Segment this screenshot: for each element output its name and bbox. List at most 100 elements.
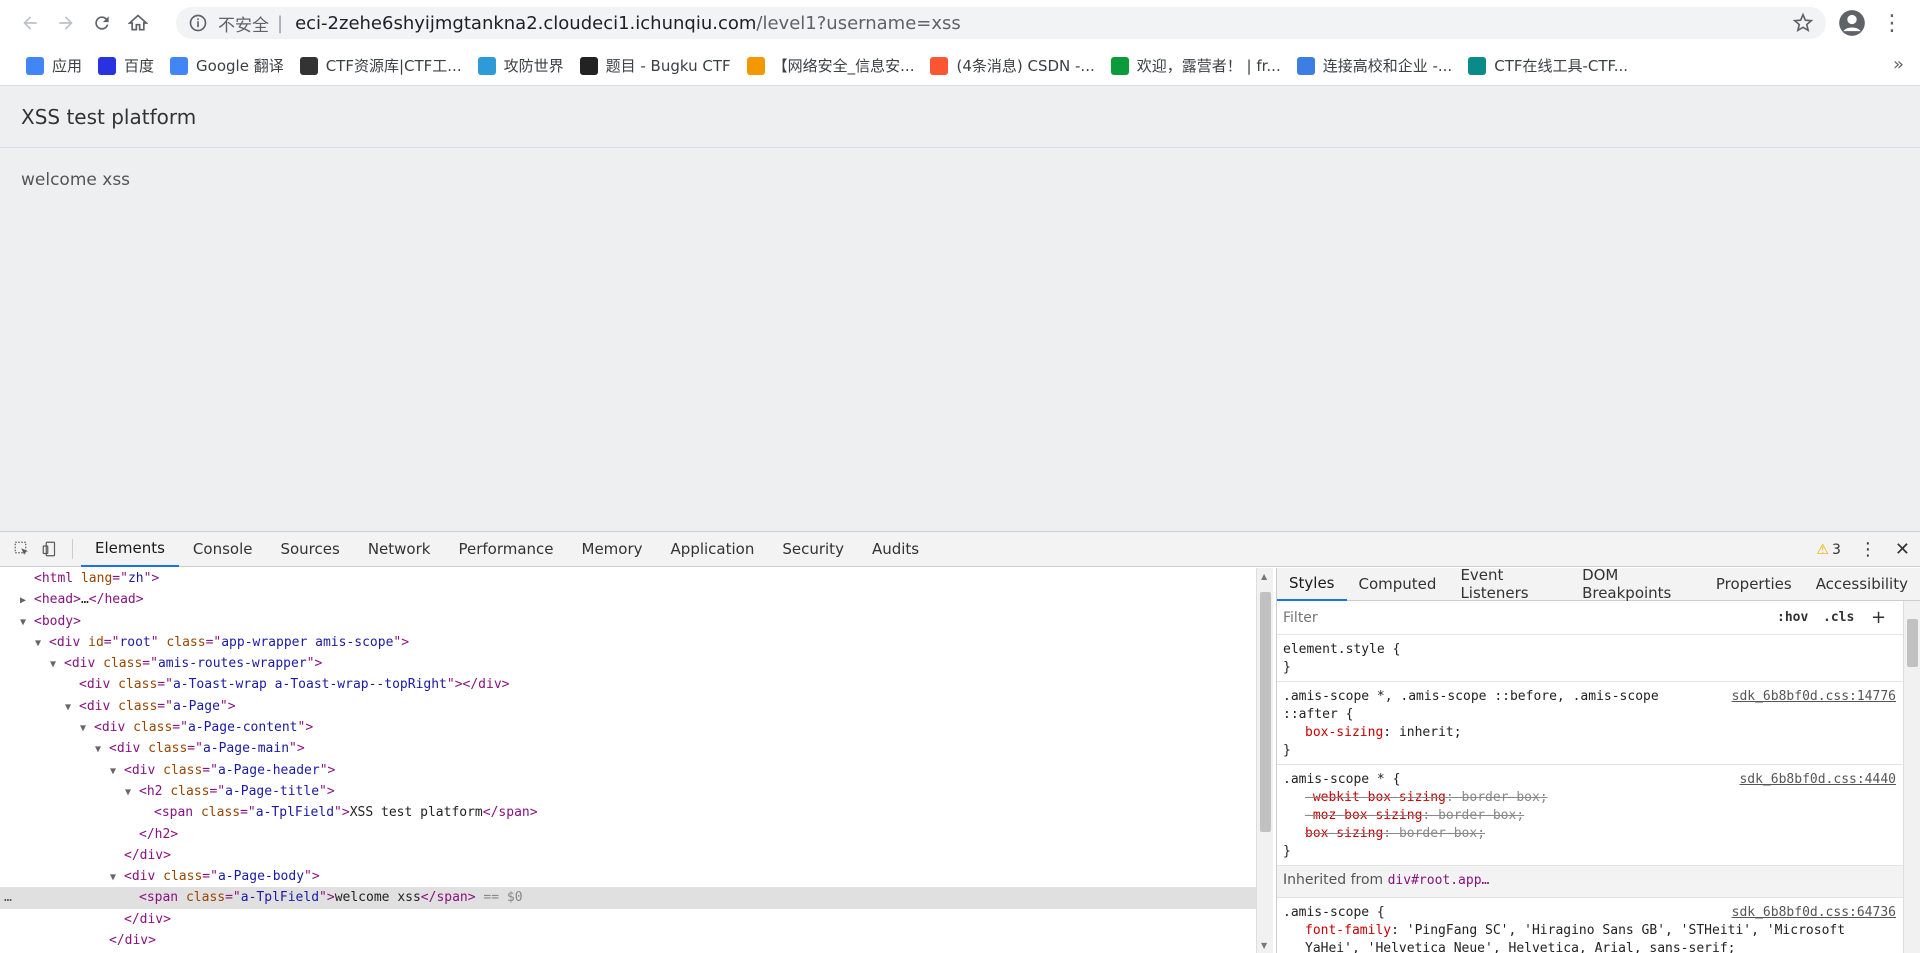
page-body: welcome xss	[0, 148, 1920, 212]
tab-elements[interactable]: Elements	[81, 532, 179, 567]
dom-node-line[interactable]: ▼ <h2 class="a-Page-title">	[0, 781, 1256, 802]
dom-node-line[interactable]: <div class="a-Toast-wrap a-Toast-wrap--t…	[0, 674, 1256, 695]
expand-toggle-icon[interactable]: ▼	[125, 782, 139, 803]
rule-property[interactable]: -moz-box-sizing: border-box;	[1283, 807, 1896, 825]
dom-node-line[interactable]: </div>	[0, 930, 1256, 951]
expand-toggle-icon[interactable]: ▼	[110, 761, 124, 782]
styles-tab-accessibility[interactable]: Accessibility	[1804, 568, 1920, 601]
device-toolbar-button[interactable]	[36, 535, 64, 563]
dom-node-line[interactable]: <span class="a-TplField">XSS test platfo…	[0, 802, 1256, 823]
markup-tag: <div	[109, 741, 149, 757]
styles-tab-properties[interactable]: Properties	[1704, 568, 1804, 601]
styles-scroll-thumb[interactable]	[1907, 619, 1918, 667]
markup-tag: ="	[172, 720, 188, 736]
dom-node-line[interactable]: <html lang="zh">	[0, 568, 1256, 589]
expand-toggle-icon[interactable]: ▼	[50, 654, 64, 675]
tab-application[interactable]: Application	[657, 532, 769, 567]
rule-property[interactable]: box-sizing: inherit;	[1283, 724, 1896, 742]
styles-filter-input[interactable]	[1283, 605, 1767, 630]
tab-memory[interactable]: Memory	[568, 532, 657, 567]
expand-toggle-icon[interactable]: ▼	[20, 612, 34, 633]
node-actions-icon[interactable]: …	[4, 887, 12, 908]
expand-toggle-icon[interactable]: ▼	[95, 739, 109, 760]
elements-scroll-thumb[interactable]	[1260, 592, 1271, 832]
styles-tab-styles[interactable]: Styles	[1277, 568, 1347, 601]
scroll-up-arrow-icon[interactable]: ▲	[1261, 572, 1267, 581]
styles-tab-dom-breakpoints[interactable]: DOM Breakpoints	[1570, 568, 1704, 602]
rule-source-link[interactable]: sdk_6b8bf0d.css:4440	[1739, 771, 1896, 789]
info-icon[interactable]	[188, 13, 208, 33]
expand-toggle-icon[interactable]: ▶	[20, 590, 34, 611]
rule-source-link[interactable]: sdk_6b8bf0d.css:64736	[1732, 904, 1896, 922]
dom-node-line[interactable]: ▼ <div class="a-Page-main">	[0, 738, 1256, 759]
forward-button[interactable]	[48, 5, 84, 41]
dom-node-line[interactable]: </div>	[0, 845, 1256, 866]
bookmark-item[interactable]: 题目 - Bugku CTF	[572, 52, 739, 80]
dom-node-line[interactable]: </div>	[0, 909, 1256, 930]
expand-toggle-icon[interactable]: ▼	[65, 697, 79, 718]
elements-dom-tree[interactable]: <html lang="zh"> ▶ <head>…</head> ▼ <body> ▼ <…	[0, 568, 1256, 953]
tab-security[interactable]: Security	[768, 532, 858, 567]
styles-tab-computed[interactable]: Computed	[1347, 568, 1449, 601]
tab-console[interactable]: Console	[179, 532, 267, 567]
bookmark-star-icon[interactable]	[1792, 12, 1814, 34]
elements-scrollbar[interactable]: ▲ ▼	[1256, 568, 1273, 953]
back-button[interactable]	[12, 5, 48, 41]
new-rule-button[interactable]: +	[1871, 607, 1886, 628]
property-name: font-family	[1305, 923, 1392, 938]
expand-toggle-icon[interactable]: ▼	[35, 633, 49, 654]
property-value: border-box;	[1438, 808, 1525, 823]
dom-node-line[interactable]: </h2>	[0, 824, 1256, 845]
expand-toggle-icon[interactable]: ▼	[110, 867, 124, 888]
rule-source-link[interactable]: sdk_6b8bf0d.css:14776	[1732, 688, 1896, 706]
account-icon[interactable]	[1838, 9, 1866, 37]
dom-node-line[interactable]: … <span class="a-TplField">welcome xss</…	[0, 887, 1256, 909]
address-bar[interactable]: 不安全 | eci-2zehe6shyijmgtankna2.cloudeci1…	[176, 7, 1826, 39]
more-bookmarks-icon[interactable]: »	[1893, 54, 1904, 75]
markup-attribute: class	[185, 890, 226, 906]
bookmarks-bar: 应用 百度 Google 翻译 CTF资源库|CTF工... 攻防世界 题目 - Bugk…	[0, 46, 1920, 86]
rule-property[interactable]: -webkit-box-sizing: border-box;	[1283, 789, 1896, 807]
bookmark-item[interactable]: 欢迎，露营者！ | fr...	[1103, 52, 1289, 80]
warnings-counter[interactable]: ⚠ 3	[1816, 542, 1840, 558]
close-devtools-icon[interactable]: ✕	[1895, 539, 1910, 560]
dom-node-line[interactable]: ▼ <div class="a-Page-body">	[0, 866, 1256, 887]
markup-tag: <html	[34, 571, 81, 586]
tab-performance[interactable]: Performance	[444, 532, 567, 567]
markup-tag: ="	[142, 656, 158, 672]
bookmark-item[interactable]: CTF在线工具-CTF...	[1460, 52, 1636, 80]
tab-network[interactable]: Network	[354, 532, 445, 567]
bookmark-item[interactable]: 攻防世界	[470, 52, 572, 80]
styles-scrollbar[interactable]	[1903, 601, 1920, 953]
class-toggle[interactable]: .cls	[1823, 610, 1854, 625]
bookmark-item[interactable]: (4条消息) CSDN -...	[922, 52, 1102, 80]
dom-node-line[interactable]: ▶ <head>…</head>	[0, 589, 1256, 610]
hover-state-toggle[interactable]: :hov	[1777, 610, 1808, 625]
browser-menu-icon[interactable]: ⋮	[1880, 11, 1904, 36]
home-button[interactable]	[120, 5, 156, 41]
bookmark-item[interactable]: 应用	[18, 52, 90, 80]
bookmark-item[interactable]: 连接高校和企业 -...	[1289, 52, 1461, 80]
tab-audits[interactable]: Audits	[858, 532, 933, 567]
dom-node-line[interactable]: ▼ <div id="root" class="app-wrapper amis-…	[0, 632, 1256, 653]
inspect-element-button[interactable]	[8, 535, 36, 563]
dom-node-line[interactable]: ▼ <body>	[0, 611, 1256, 632]
expand-toggle-icon[interactable]: ▼	[80, 718, 94, 739]
dom-node-line[interactable]: ▼ <div class="amis-routes-wrapper">	[0, 653, 1256, 674]
rule-property[interactable]: box-sizing: border-box;	[1283, 825, 1896, 843]
dom-node-line[interactable]: ▼ <div class="a-Page-header">	[0, 760, 1256, 781]
reload-button[interactable]	[84, 5, 120, 41]
bookmark-item[interactable]: CTF资源库|CTF工...	[292, 52, 470, 80]
bookmark-item[interactable]: Google 翻译	[162, 52, 292, 80]
dom-node-line[interactable]: ▼ <div class="a-Page">	[0, 696, 1256, 717]
scroll-down-arrow-icon[interactable]: ▼	[1261, 941, 1267, 950]
bookmark-item[interactable]: 百度	[90, 52, 162, 80]
rule-property[interactable]: font-family: 'PingFang SC', 'Hiragino Sa…	[1283, 922, 1896, 953]
inherited-element-link[interactable]: div#root.app…	[1388, 873, 1490, 888]
tab-sources[interactable]: Sources	[266, 532, 353, 567]
devtools-menu-icon[interactable]: ⋮	[1859, 539, 1877, 560]
dom-node-line[interactable]: ▼ <div class="a-Page-content">	[0, 717, 1256, 738]
rule-close-brace: }	[1283, 743, 1291, 758]
styles-tab-event-listeners[interactable]: Event Listeners	[1448, 568, 1570, 602]
bookmark-item[interactable]: 【网络安全_信息安...	[739, 52, 923, 80]
